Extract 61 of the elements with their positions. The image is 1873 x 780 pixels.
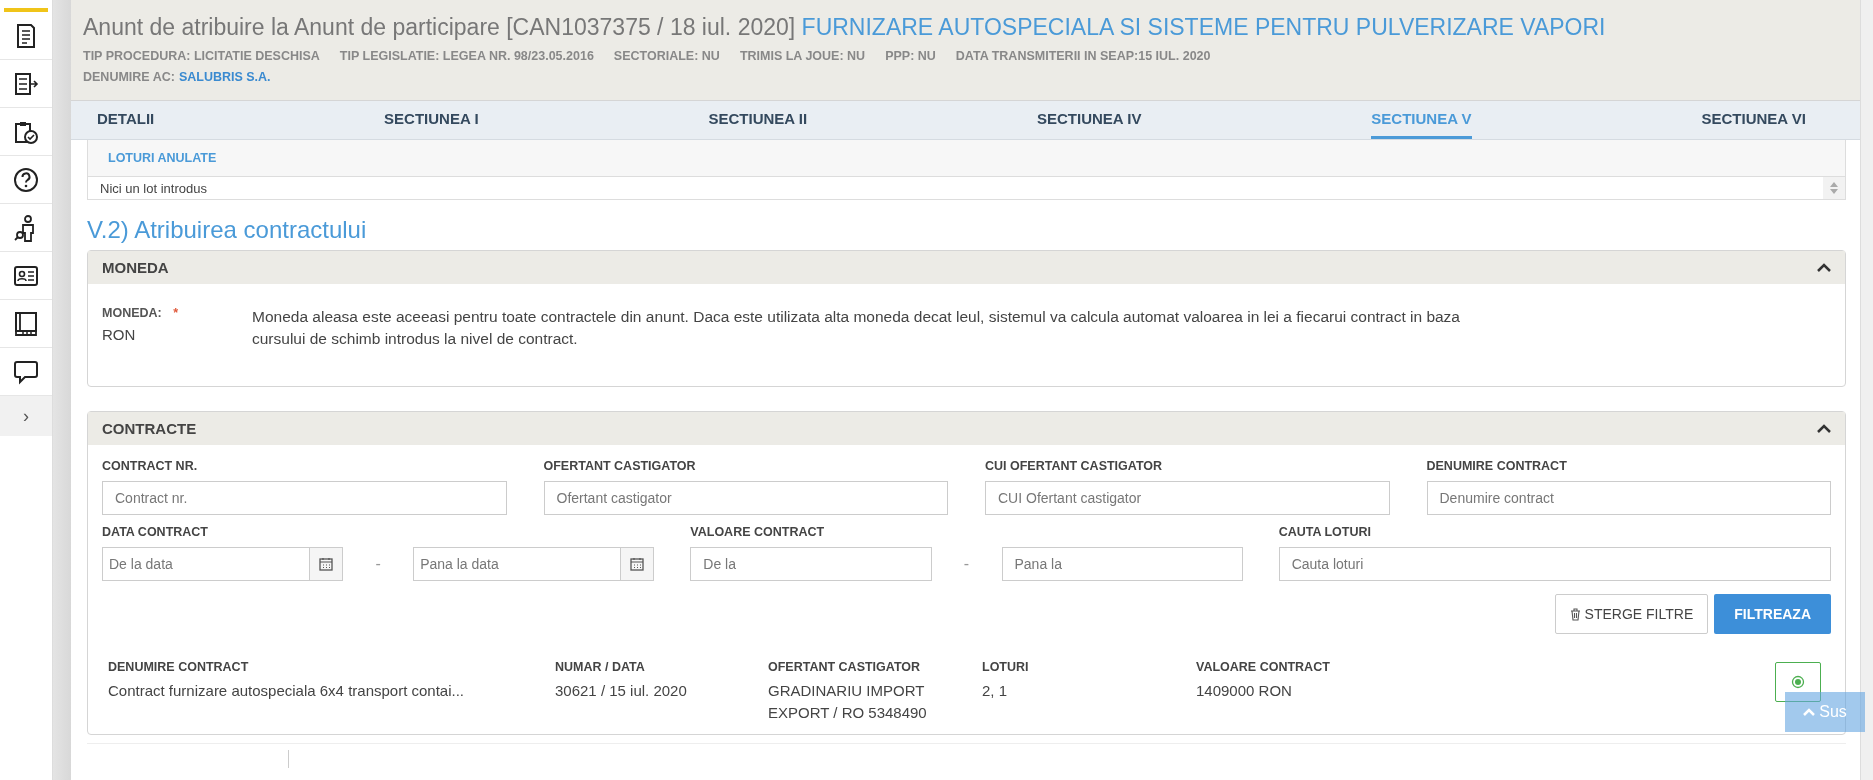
collapse-chevron-icon[interactable] bbox=[1817, 263, 1831, 272]
authority-label: DENUMIRE AC: bbox=[83, 70, 175, 84]
required-mark: * bbox=[173, 306, 179, 320]
panel-title: CONTRACTE bbox=[102, 420, 197, 437]
filter-label: DATA CONTRACT bbox=[102, 525, 209, 539]
range-separator: - bbox=[374, 555, 382, 573]
filter-field[interactable]: Pana la bbox=[1001, 547, 1243, 581]
column-header: NUMAR / DATA bbox=[555, 660, 646, 674]
filter-field[interactable]: Denumire contract bbox=[1426, 481, 1831, 515]
section-tab[interactable]: SECTIUNEA VI bbox=[1701, 101, 1806, 139]
filter-label: DENUMIRE CONTRACT bbox=[1426, 459, 1568, 473]
date-field[interactable]: De la data bbox=[102, 547, 310, 581]
column-header: DENUMIRE CONTRACT bbox=[108, 660, 250, 674]
meta-item: TRIMIS LA JOUE: NU bbox=[739, 49, 866, 63]
meta-item: TIP LEGISLATIE: LEGEA NR. 98/23.05.2016 bbox=[339, 49, 594, 63]
scrollbar[interactable] bbox=[1860, 0, 1873, 780]
section-tab[interactable]: DETALII bbox=[97, 101, 155, 139]
filter-label: CONTRACT NR. bbox=[102, 459, 199, 473]
currency-note: Moneda aleasa este aceeasi pentru toate contractele din anunt. Daca este utilizata alta moneda decat leul, sistemul va calcula automat valoarea in lei a fiecarui contract in baza cursului de schimb introdus la nivel de contract. bbox=[252, 307, 1461, 349]
filter-label: CAUTA LOTURI bbox=[1278, 525, 1372, 539]
collapse-chevron-icon[interactable] bbox=[1817, 424, 1831, 433]
filter-label: VALOARE CONTRACT bbox=[690, 525, 826, 539]
field-label: MONEDA: bbox=[102, 306, 162, 320]
calendar-icon[interactable] bbox=[309, 547, 344, 581]
table-cell-text: 30621 / 15 iul. 2020 bbox=[555, 681, 688, 701]
field-value: RON bbox=[102, 326, 137, 343]
target-icon bbox=[1791, 675, 1805, 689]
filter-field[interactable]: CUI Ofertant castigator bbox=[985, 481, 1390, 515]
filter-field[interactable]: De la bbox=[690, 547, 932, 581]
filter-field[interactable]: Cauta loturi bbox=[1278, 547, 1831, 581]
meta-item: DATA TRANSMITERII IN SEAP:15 IUL. 2020 bbox=[955, 49, 1211, 63]
table-cell-text: 2, 1 bbox=[982, 681, 1009, 701]
meta-item: SECTORIALE: NU bbox=[613, 49, 720, 63]
meta-item: PPP: NU bbox=[885, 49, 936, 63]
empty-message: Nici un lot introdus bbox=[100, 180, 207, 196]
table-heading: LOTURI ANULATE bbox=[108, 151, 217, 165]
chevron-up-icon bbox=[1803, 708, 1816, 716]
column-header: OFERTANT CASTIGATOR bbox=[768, 660, 922, 674]
filter-field[interactable]: Ofertant castigator bbox=[543, 481, 948, 515]
section-tab[interactable]: SECTIUNEA II bbox=[708, 101, 808, 139]
table-cell-text: 1409000 RON bbox=[1196, 681, 1293, 701]
section-heading: V.2) Atribuirea contractului bbox=[87, 216, 368, 244]
section-tab[interactable]: SECTIUNEA IV bbox=[1036, 101, 1142, 139]
expand-sidebar-button[interactable]: › bbox=[0, 396, 52, 436]
filter-label: OFERTANT CASTIGATOR bbox=[543, 459, 697, 473]
view-button[interactable] bbox=[1775, 662, 1821, 702]
range-separator: - bbox=[962, 555, 971, 573]
filter-field[interactable]: Contract nr. bbox=[102, 481, 507, 515]
table-cell-text: GRADINARIU IMPORT EXPORT / RO 5348490 bbox=[768, 681, 928, 723]
table-cell-text: Contract furnizare autospeciala 6x4 transport contai... bbox=[108, 681, 466, 701]
column-header: VALOARE CONTRACT bbox=[1196, 660, 1331, 674]
page-title: Anunt de atribuire la Anunt de participare [CAN1037375 / 18 iul. 2020] bbox=[83, 14, 796, 40]
calendar-icon[interactable] bbox=[620, 547, 655, 581]
section-tab[interactable]: SECTIUNEA I bbox=[384, 101, 479, 139]
trash-icon bbox=[1569, 607, 1581, 621]
clear-filters-button[interactable]: STERGE FILTRE bbox=[1554, 594, 1709, 634]
column-header: LOTURI bbox=[982, 660, 1030, 674]
meta-item: TIP PROCEDURA: LICITATIE DESCHISA bbox=[83, 49, 320, 63]
date-field[interactable]: Pana la data bbox=[413, 547, 621, 581]
panel-title: MONEDA bbox=[102, 259, 169, 276]
filter-label: CUI OFERTANT CASTIGATOR bbox=[985, 459, 1164, 473]
